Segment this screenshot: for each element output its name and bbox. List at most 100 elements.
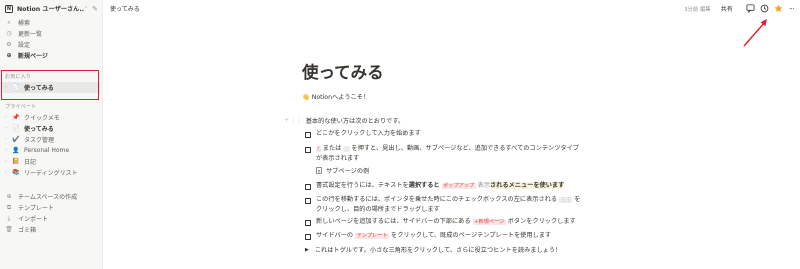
todo-checkbox[interactable] (305, 198, 311, 204)
sidebar-item-label: リーディングリスト (24, 170, 78, 177)
sidebar-item-label: クイックメモ (24, 115, 60, 122)
person-icon: 👤 (12, 147, 20, 154)
todo-text[interactable]: 新しいページを追加するには、サイドバーの下部にある +新規ページ ボタンをクリッ… (316, 217, 576, 227)
sidebar-item-updates[interactable]: ◷ 更新一覧 (0, 28, 102, 39)
sidebar-item-trash[interactable]: 🗑 ゴミ箱 (0, 224, 102, 235)
sidebar-item-quick-memo[interactable]: › 📌 クイックメモ (0, 112, 102, 123)
private-label: プライベート (5, 104, 37, 110)
todo-text-part: 表示 (477, 182, 491, 189)
favorites-highlight-box (1, 70, 99, 100)
gear-icon: ⚙ (6, 41, 12, 48)
more-icon[interactable]: ··· (789, 5, 795, 13)
todo-text-part: 書式設定を行うには、テキストを (316, 182, 409, 189)
todo-checkbox[interactable] (305, 184, 311, 190)
books-icon: 📚 (12, 169, 20, 176)
sidebar-item-personal-home[interactable]: › 👤 Personal Home (0, 145, 102, 156)
sidebar-item-label: 使ってみる (24, 126, 54, 133)
notion-logo: N (5, 4, 13, 13)
todo-text[interactable]: / または を押すと、見出し、動画、サブページなど、追加できるすべてのコンテンツ… (316, 144, 579, 164)
sidebar-item-label: インポート (18, 216, 49, 223)
drag-handle-tag: ⋮⋮ (558, 197, 573, 203)
sidebar-item-label: ゴミ箱 (18, 227, 37, 234)
page-header: 使ってみる 👋 Notionへようこそ！ (302, 62, 602, 101)
toggle-block[interactable]: ▶ これはトグルです。小さな三角形をクリックして、さらに役立つヒントを読みましょ… (305, 245, 562, 255)
plus-circle-icon: ⊕ (6, 52, 12, 59)
sidebar-item-tsukattemiru[interactable]: › 📄 使ってみる (0, 123, 102, 134)
todo-text[interactable]: この行を移動するには、ポインタを乗せた時にこのチェックボックスの左に表示される … (316, 195, 581, 215)
todo-checkbox[interactable] (305, 220, 311, 226)
todo-item: 新しいページを追加するには、サイドバーの下部にある +新規ページ ボタンをクリッ… (305, 217, 605, 227)
sidebar-item-label: 検索 (18, 20, 31, 27)
share-button[interactable]: 共有 (721, 4, 733, 13)
sidebar-item-templates[interactable]: ⧉ テンプレート (0, 202, 102, 213)
todo-item: / または を押すと、見出し、動画、サブページなど、追加できるすべてのコンテンツ… (305, 144, 605, 164)
popup-tag: ポップアップ (441, 183, 476, 189)
sidebar: N Notion ユーザーさん... ⌃ ✎ ⌕ 検索 ◷ 更新一覧 ⚙ 設定 … (0, 0, 103, 269)
sidebar-item-import[interactable]: ⤓ インポート (0, 213, 102, 224)
clock-icon[interactable] (760, 4, 769, 13)
compose-icon[interactable]: ✎ (92, 5, 98, 13)
todo-text-part: を押すと、見出し、動画、サブページなど、追加できるすべてのコンテンツタイプ (351, 145, 579, 152)
import-icon: ⤓ (7, 214, 11, 222)
star-icon[interactable] (774, 4, 783, 13)
todo-item: この行を移動するには、ポインタを乗せた時にこのチェックボックスの左に表示される … (305, 195, 605, 215)
slash-key-tag: / (316, 146, 321, 152)
welcome-text: Notionへようこそ！ (311, 94, 370, 101)
sidebar-item-settings[interactable]: ⚙ 設定 (0, 39, 102, 50)
todo-checkbox[interactable] (305, 234, 311, 240)
chevron-right-icon[interactable]: › (5, 137, 10, 142)
sidebar-item-task-management[interactable]: › ✔️ タスク管理 (0, 134, 102, 145)
todo-text-part: を (574, 196, 581, 203)
new-page-tag: +新規ページ (472, 219, 506, 225)
todo-text-part: が表示されます (316, 155, 360, 162)
sidebar-item-label: 設定 (18, 42, 31, 49)
todo-text[interactable]: 書式設定を行うには、テキストを選択すると ポップアップ 表示されるメニューを使い… (316, 181, 565, 191)
sidebar-item-create-teamspace[interactable]: ⊕ チームスペースの作成 (0, 191, 102, 202)
welcome-line[interactable]: 👋 Notionへようこそ！ (302, 92, 602, 102)
todo-text-part: サイドバーの (316, 232, 354, 239)
search-icon: ⌕ (7, 18, 11, 26)
topbar: 使ってみる 3分前 編集 共有 ··· (104, 0, 800, 17)
workspace-switcher[interactable]: N Notion ユーザーさん... ⌃ ✎ (0, 0, 102, 17)
sidebar-item-diary[interactable]: › 📔 日記 (0, 156, 102, 167)
comment-icon[interactable] (746, 4, 755, 13)
block-handle-icon[interactable]: + ⋮⋮ (284, 117, 302, 124)
highlighted-text: されるメニューを使います (490, 182, 565, 189)
page-title[interactable]: 使ってみる (302, 62, 602, 84)
todo-text[interactable]: どこかをクリックして入力を始めます (316, 129, 421, 139)
sidebar-item-label: 更新一覧 (18, 31, 43, 38)
chevron-right-icon[interactable]: › (5, 115, 10, 120)
template-tag: テンプレート (355, 233, 390, 239)
todo-text[interactable]: サイドバーの テンプレート をクリックして、既成のページテンプレートを使用します (316, 231, 551, 241)
bold-text: 選択すると (408, 182, 440, 189)
todo-checkbox[interactable] (305, 147, 311, 153)
chevron-right-icon[interactable]: › (5, 126, 10, 131)
todo-item: サイドバーの テンプレート をクリックして、既成のページテンプレートを使用します (305, 231, 605, 241)
sidebar-item-search[interactable]: ⌕ 検索 (0, 17, 102, 28)
template-icon: ⧉ (6, 203, 12, 211)
page-icon: 📄 (12, 125, 20, 132)
subpage-link[interactable]: サブページの例 (316, 166, 369, 175)
chevron-right-icon[interactable]: › (5, 159, 10, 164)
chevron-down-icon[interactable]: ⌃ (84, 6, 88, 12)
sidebar-item-label: 新規ページ (18, 53, 48, 60)
sidebar-item-label: テンプレート (18, 205, 54, 212)
chevron-right-icon[interactable]: › (5, 148, 10, 153)
team-icon: ⊕ (6, 193, 12, 200)
workspace-name: Notion ユーザーさん... (17, 6, 84, 13)
todo-text-part: 新しいページを追加するには、サイドバーの下部にある (316, 218, 471, 225)
toggle-triangle-icon[interactable]: ▶ (305, 247, 309, 253)
annotation-arrow (743, 19, 767, 47)
todo-text-part: をクリックして、既成のページテンプレートを使用します (391, 232, 552, 239)
breadcrumb[interactable]: 使ってみる (110, 4, 684, 13)
pin-icon: 📌 (12, 114, 20, 121)
toggle-text: これはトグルです。小さな三角形をクリックして、さらに役立つヒントを読みましょう！ (314, 247, 562, 254)
sidebar-item-reading-list[interactable]: › 📚 リーディングリスト (0, 167, 102, 178)
todo-checkbox[interactable] (305, 132, 311, 138)
empty-key-tag (343, 146, 350, 152)
intro-block[interactable]: + ⋮⋮ 基本的な使い方は次のとおりです。 (284, 116, 404, 125)
chevron-right-icon[interactable]: › (5, 170, 10, 175)
sidebar-item-new-page[interactable]: ⊕ 新規ページ (0, 50, 102, 61)
todo-item: どこかをクリックして入力を始めます (305, 129, 605, 139)
todo-text-part: クリックし、目的の場所までドラッグします (316, 206, 440, 213)
